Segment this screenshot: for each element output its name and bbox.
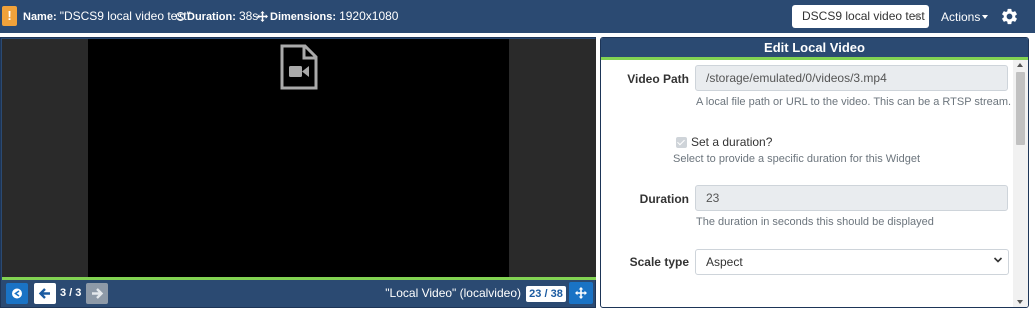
arrow-right-icon[interactable]	[86, 283, 108, 304]
scale-type-select[interactable]: Aspect	[695, 249, 1009, 275]
preview-panel: 3 / 3 "Local Video" (localvideo) 23 / 38	[0, 37, 596, 308]
arrow-left-icon[interactable]	[34, 283, 56, 304]
back-circle-icon[interactable]	[6, 283, 28, 304]
arrows-move-icon[interactable]	[569, 282, 593, 304]
dimensions-info: Dimensions: 1920x1080	[257, 10, 398, 24]
name-value: "DSCS9 local video test"	[59, 9, 191, 23]
panel-scrollbar[interactable]	[1013, 60, 1028, 307]
preview-canvas	[2, 39, 596, 277]
name-label: Name:	[23, 11, 57, 23]
video-path-help: A local file path or URL to the video. T…	[696, 96, 1012, 108]
move-icon	[257, 11, 268, 22]
chevron-down-icon	[993, 257, 1003, 263]
scroll-thumb[interactable]	[1016, 72, 1025, 145]
duration-badge: 23 / 38	[526, 286, 566, 302]
panel-accent-line	[601, 57, 1028, 60]
actions-menu-button[interactable]: Actions	[941, 10, 989, 24]
set-duration-label[interactable]: Set a duration?	[691, 135, 772, 149]
duration-value: 38s	[238, 9, 259, 23]
edit-widget-panel: Edit Local Video Video Path /storage/emu…	[600, 37, 1029, 308]
clock-icon	[176, 12, 185, 21]
scroll-up-arrow-icon[interactable]	[1017, 63, 1023, 67]
scale-type-label: Scale type	[629, 255, 689, 269]
scale-type-value: Aspect	[706, 255, 743, 269]
duration-help: The duration in seconds this should be d…	[696, 216, 934, 228]
caret-down-icon	[914, 15, 920, 19]
layout-name-info: Name: "DSCS9 local video test"	[23, 10, 191, 24]
widget-counter: 3 / 3	[60, 287, 82, 299]
actions-label: Actions	[941, 10, 981, 24]
gear-icon[interactable]	[1000, 7, 1019, 26]
duration-input[interactable]: 23	[695, 185, 1008, 211]
layout-select-value: DSCS9 local video test	[802, 9, 925, 23]
duration-info: Duration: 38s	[176, 10, 258, 24]
video-path-input[interactable]: /storage/emulated/0/videos/3.mp4	[695, 65, 1008, 91]
preview-progress-line	[2, 277, 596, 280]
file-video-icon	[280, 44, 318, 90]
dimensions-label: Dimensions:	[270, 11, 337, 23]
set-duration-checkbox[interactable]	[676, 137, 687, 148]
scroll-down-arrow-icon[interactable]	[1017, 300, 1023, 304]
duration-field-label: Duration	[639, 192, 689, 206]
current-widget-name: "Local Video" (localvideo)	[385, 286, 521, 300]
warning-icon[interactable]: !	[2, 6, 17, 26]
top-bar: ! Name: "DSCS9 local video test" Duratio…	[0, 0, 1035, 33]
caret-down-icon	[982, 15, 989, 19]
video-path-label: Video Path	[627, 72, 689, 86]
duration-label: Duration:	[187, 11, 236, 23]
panel-title: Edit Local Video	[601, 38, 1028, 57]
set-duration-help: Select to provide a specific duration fo…	[673, 153, 921, 165]
layout-select[interactable]: DSCS9 local video test	[792, 5, 929, 28]
dimensions-value: 1920x1080	[339, 9, 399, 23]
